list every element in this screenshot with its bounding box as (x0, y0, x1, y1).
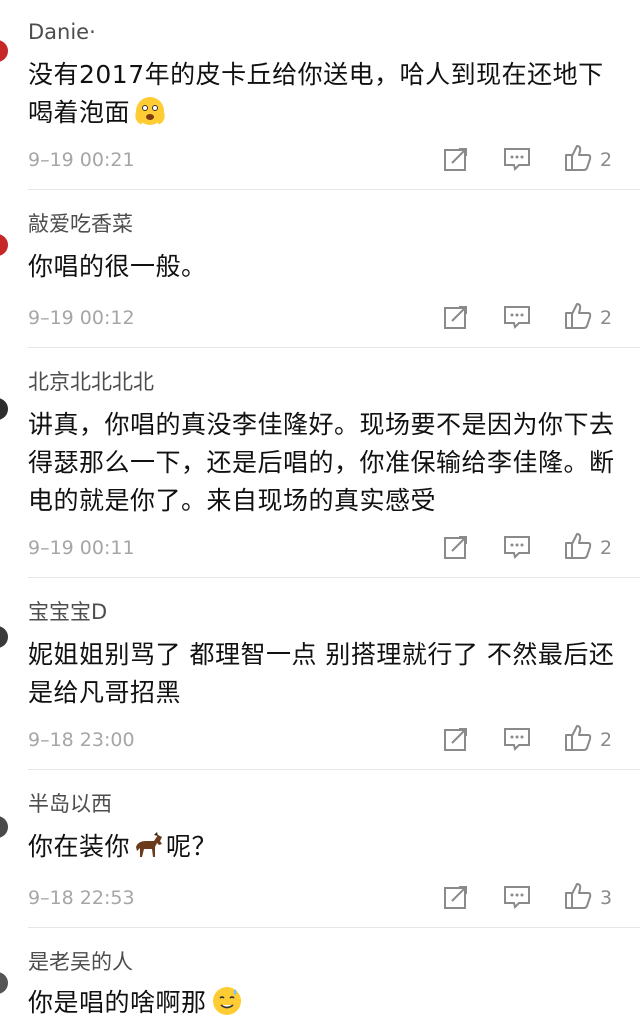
comment-text-before: 你在装你 (28, 832, 131, 861)
thumbs-up-icon[interactable] (563, 143, 593, 173)
comment-text-after: 呢？ (166, 832, 218, 861)
comment-text: 妮姐姐别骂了 都理智一点 别搭理就行了 不然最后还是给凡哥招黑 (28, 640, 615, 707)
avatar[interactable] (0, 816, 8, 838)
comment-text: 你是唱的啥啊那 (28, 984, 618, 1022)
horse-emoji (136, 832, 163, 857)
like-count: 2 (600, 149, 613, 171)
comment-text: 没有2017年的皮卡丘给你送电，哈人到现在还地下喝着泡面 (28, 56, 618, 132)
avatar[interactable] (0, 398, 8, 420)
avatar[interactable] (0, 972, 8, 994)
username[interactable]: 宝宝宝D (28, 598, 107, 626)
thumbs-up-icon[interactable] (563, 301, 593, 331)
comment-item: 北京北北北北 讲真，你唱的真没李佳隆好。现场要不是因为你下去得瑟那么一下，还是后… (0, 348, 640, 578)
timestamp: 9–19 00:11 (28, 537, 135, 559)
share-icon[interactable] (443, 146, 469, 172)
timestamp: 9–19 00:12 (28, 307, 135, 329)
comment-icon[interactable] (503, 146, 531, 172)
like-count: 2 (600, 537, 613, 559)
comment-icon[interactable] (503, 884, 531, 910)
share-icon[interactable] (443, 884, 469, 910)
username[interactable]: 北京北北北北 (28, 368, 154, 396)
username[interactable]: 是老吴的人 (28, 948, 133, 976)
comment-item: 是老吴的人 你是唱的啥啊那 (0, 928, 640, 1019)
avatar[interactable] (0, 626, 8, 648)
sweat-smile-emoji (212, 987, 241, 1015)
comment-text: 讲真，你唱的真没李佳隆好。现场要不是因为你下去得瑟那么一下，还是后唱的，你准保输… (28, 410, 615, 515)
comment-item: 半岛以西 你在装你 呢？ 9–18 22:53 3 (0, 770, 640, 928)
comment-item: Danie· 没有2017年的皮卡丘给你送电，哈人到现在还地下喝着泡面 9–19… (0, 0, 640, 190)
share-icon[interactable] (443, 726, 469, 752)
avatar[interactable] (0, 40, 8, 62)
comment-text: 你唱的很一般。 (28, 252, 207, 281)
scared-face-emoji (135, 97, 165, 125)
comment-text-content: 没有2017年的皮卡丘给你送电，哈人到现在还地下喝着泡面 (28, 60, 604, 127)
like-count: 2 (600, 729, 613, 751)
comment-icon[interactable] (503, 304, 531, 330)
username[interactable]: 半岛以西 (28, 790, 112, 818)
timestamp: 9–19 00:21 (28, 149, 135, 171)
comment-icon[interactable] (503, 534, 531, 560)
username[interactable]: 敲爱吃香菜 (28, 210, 133, 238)
thumbs-up-icon[interactable] (563, 531, 593, 561)
comment-text-content: 你是唱的啥啊那 (28, 988, 207, 1017)
share-icon[interactable] (443, 304, 469, 330)
like-count: 3 (600, 887, 613, 909)
comment-item: 敲爱吃香菜 你唱的很一般。 9–19 00:12 2 (0, 190, 640, 348)
share-icon[interactable] (443, 534, 469, 560)
timestamp: 9–18 22:53 (28, 887, 135, 909)
comment-text: 你在装你 呢？ (28, 828, 618, 866)
comment-item: 宝宝宝D 妮姐姐别骂了 都理智一点 别搭理就行了 不然最后还是给凡哥招黑 9–1… (0, 578, 640, 770)
thumbs-up-icon[interactable] (563, 723, 593, 753)
comment-icon[interactable] (503, 726, 531, 752)
timestamp: 9–18 23:00 (28, 729, 135, 751)
thumbs-up-icon[interactable] (563, 881, 593, 911)
username[interactable]: Danie· (28, 18, 96, 46)
like-count: 2 (600, 307, 613, 329)
avatar[interactable] (0, 234, 8, 256)
